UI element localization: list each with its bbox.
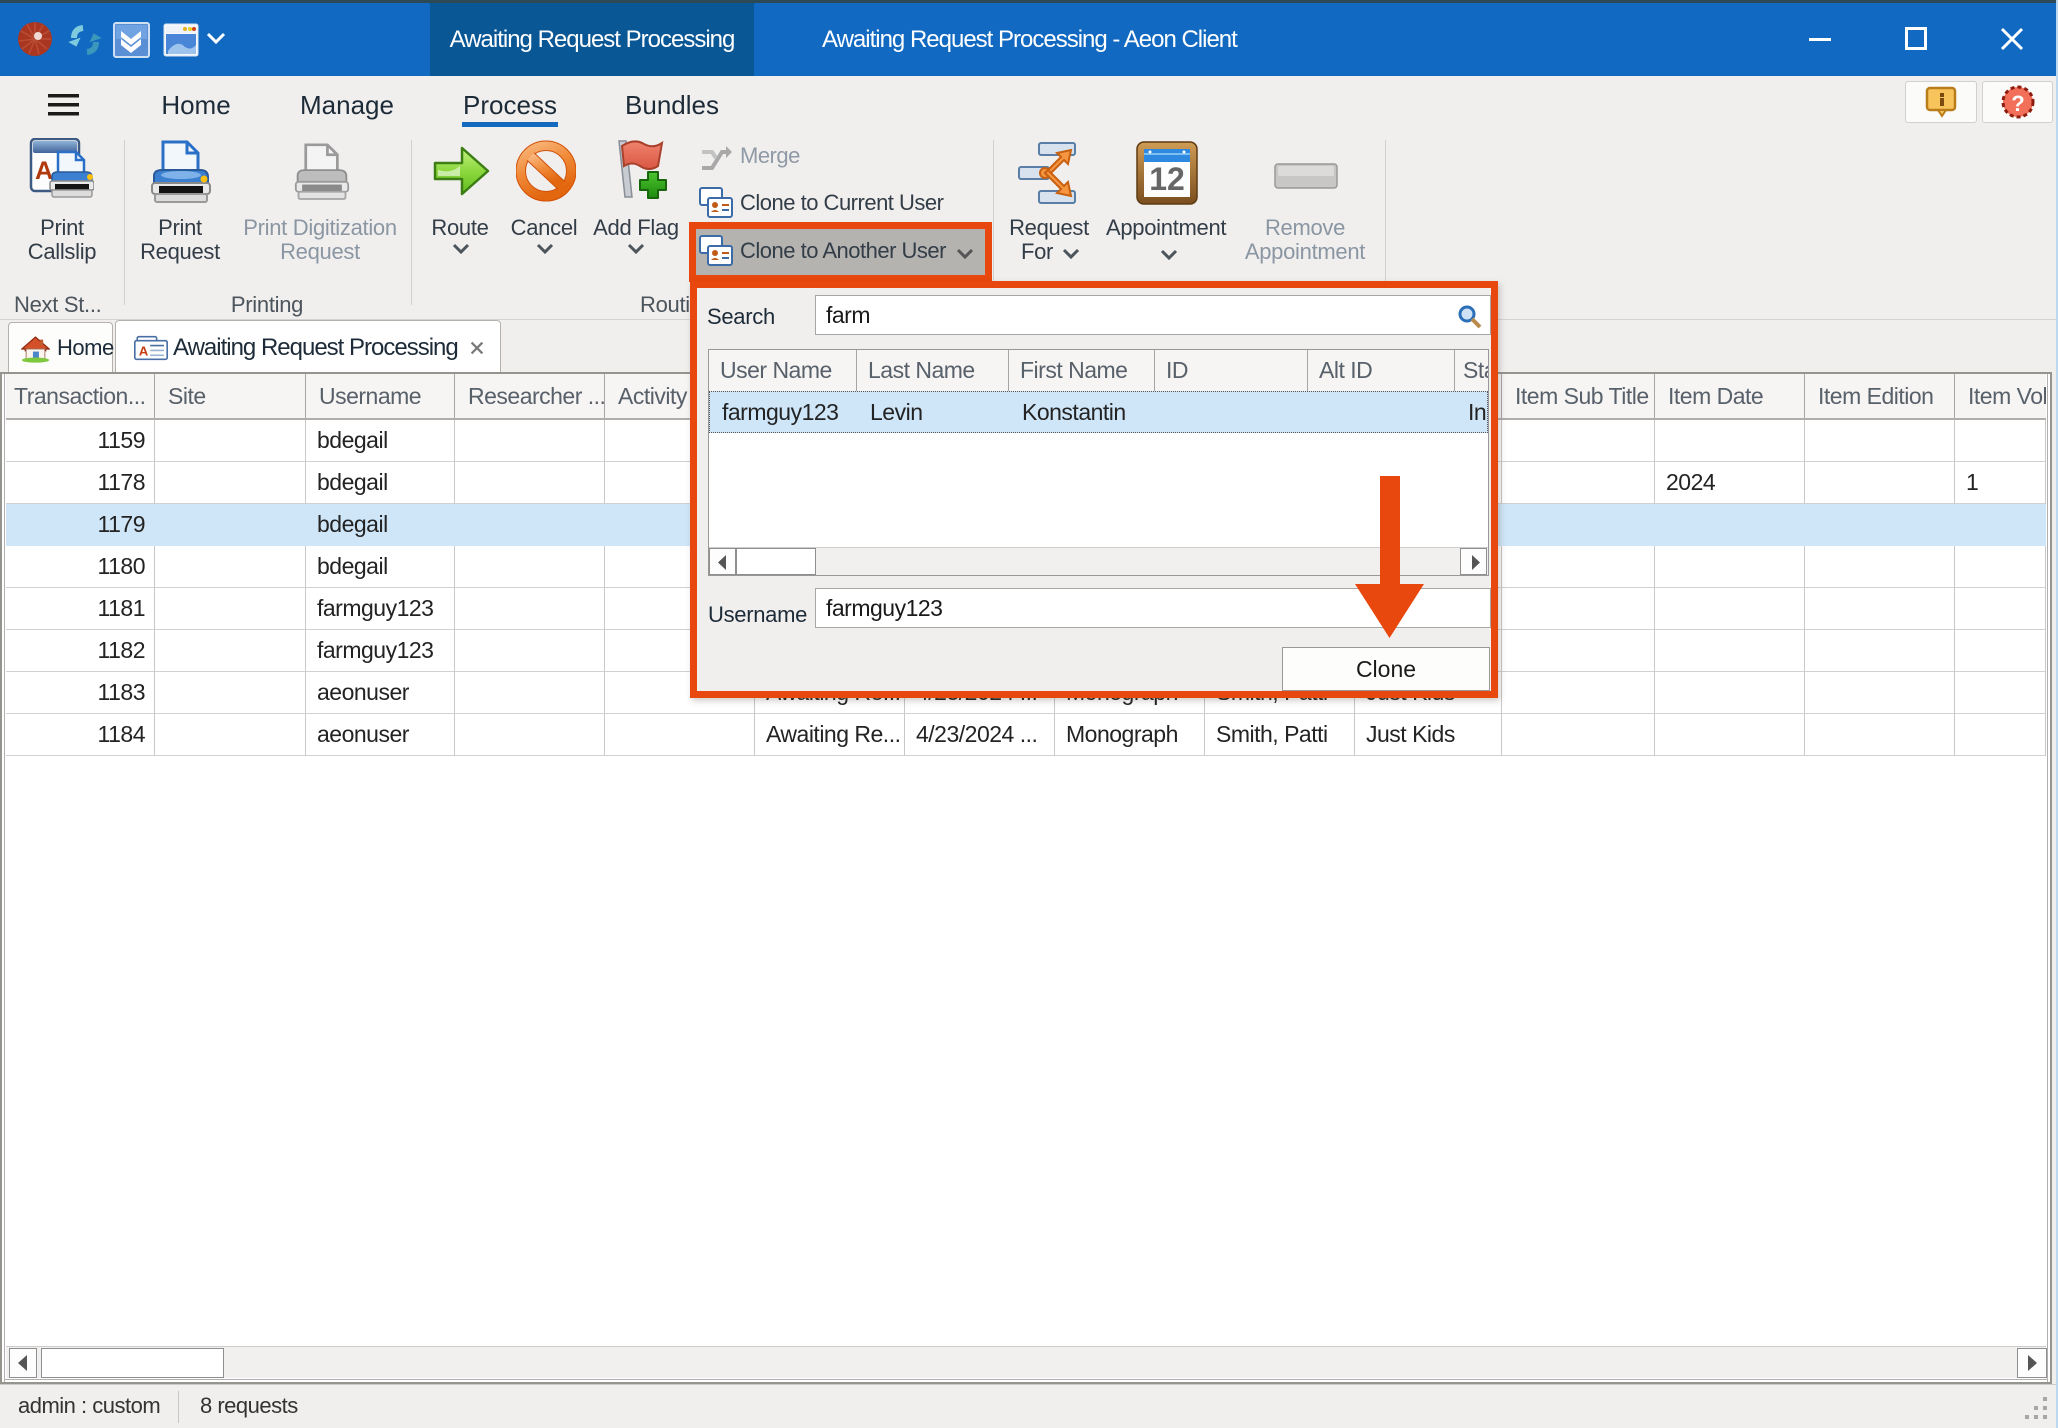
svg-text:A: A	[139, 343, 148, 358]
svg-text:12: 12	[1149, 161, 1185, 197]
svg-text:?: ?	[2011, 91, 2024, 116]
